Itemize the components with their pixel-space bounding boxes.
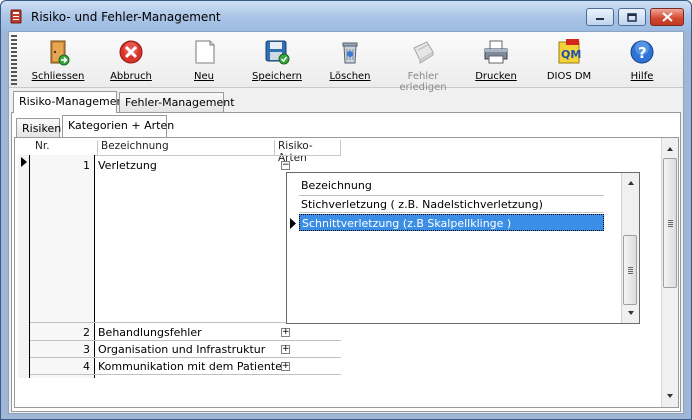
- door-exit-icon: [50, 40, 70, 66]
- new-document-icon: [195, 40, 215, 64]
- speichern-label: Speichern: [252, 71, 302, 82]
- tab-risiken-label: Risiken: [22, 122, 62, 135]
- header-risiko-arten[interactable]: Risiko-Arten: [275, 140, 341, 164]
- drucken-label: Drucken: [475, 71, 517, 82]
- scroll-down-icon[interactable]: [667, 394, 673, 398]
- maximize-button[interactable]: [618, 8, 646, 26]
- minimize-button[interactable]: [586, 8, 614, 26]
- drucken-button[interactable]: Drucken: [461, 34, 531, 86]
- subgrid-row[interactable]: Stichverletzung ( z.B. Nadelstichverletz…: [299, 196, 604, 213]
- dios-dm-button[interactable]: QM DIOS DM: [534, 34, 604, 86]
- expand-toggle-icon[interactable]: +: [281, 362, 290, 371]
- thumb-grip-icon: [628, 267, 633, 274]
- minimize-icon: [596, 18, 604, 20]
- tab-fehler-management-label: Fehler-Management: [125, 96, 235, 109]
- row-divider: [30, 374, 341, 375]
- header-nr[interactable]: Nr.: [30, 140, 98, 155]
- row-4-nr[interactable]: 4: [30, 360, 90, 373]
- row-indicator-column: [18, 155, 30, 378]
- svg-text:?: ?: [638, 44, 647, 62]
- grid-scroll-thumb[interactable]: [663, 158, 677, 288]
- header-bezeichnung[interactable]: Bezeichnung: [98, 140, 275, 155]
- speichern-button[interactable]: Speichern: [242, 34, 312, 86]
- qm-document-icon: QM: [558, 39, 581, 64]
- current-row-indicator-icon: [21, 157, 27, 167]
- neu-label: Neu: [194, 71, 214, 82]
- fehler-erledigen-button[interactable]: Fehler erledigen: [388, 34, 458, 93]
- app-icon: [10, 9, 22, 24]
- hilfe-label: Hilfe: [630, 71, 654, 82]
- sub-tab-panel: Nr. Bezeichnung Risiko-Arten 1 Verletzun…: [14, 137, 679, 408]
- tab-risiko-management[interactable]: Risiko-Management: [13, 91, 128, 113]
- row-1-bezeichnung[interactable]: Verletzung: [98, 159, 157, 172]
- subgrid-row-1-label: Stichverletzung ( z.B. Nadelstichverletz…: [301, 198, 543, 211]
- cancel-icon: [119, 40, 143, 64]
- selected-row-indicator-icon: [290, 218, 296, 229]
- toolbar: Schliessen Abbruch Neu Speichern Löschen…: [9, 32, 683, 93]
- client-area: Schliessen Abbruch Neu Speichern Löschen…: [8, 31, 684, 414]
- fehler-erledigen-label: Fehler erledigen: [399, 71, 447, 93]
- loeschen-button[interactable]: Löschen: [315, 34, 385, 86]
- thumb-grip-icon: [668, 220, 673, 227]
- toolbar-grip[interactable]: [11, 35, 17, 85]
- row-1-nr[interactable]: 1: [30, 159, 90, 172]
- subgrid-header-bezeichnung[interactable]: Bezeichnung: [301, 179, 372, 192]
- maximize-icon: [627, 12, 637, 22]
- tab-risiko-management-label: Risiko-Management: [19, 95, 128, 108]
- hilfe-button[interactable]: ? Hilfe: [607, 34, 677, 86]
- grid-vertical-scrollbar[interactable]: [661, 138, 678, 407]
- scroll-down-icon[interactable]: [628, 311, 634, 315]
- schliessen-label: Schliessen: [31, 71, 85, 82]
- tab-kategorien-arten-label: Kategorien + Arten: [68, 119, 175, 132]
- risiko-arten-subgrid: Bezeichnung Stichverletzung ( z.B. Nadel…: [286, 172, 640, 324]
- application-window: Risiko- und Fehler-Management Schliessen: [0, 0, 692, 420]
- tab-risiken[interactable]: Risiken: [16, 118, 62, 137]
- subgrid-scrollbar[interactable]: [621, 173, 639, 323]
- dios-dm-label: DIOS DM: [546, 71, 592, 82]
- schliessen-button[interactable]: Schliessen: [23, 34, 93, 86]
- loeschen-label: Löschen: [329, 71, 371, 82]
- abbruch-button[interactable]: Abbruch: [96, 34, 166, 86]
- expand-toggle-icon[interactable]: +: [281, 328, 290, 337]
- collapse-toggle-icon[interactable]: −: [281, 161, 290, 170]
- tab-kategorien-arten[interactable]: Kategorien + Arten: [62, 115, 174, 137]
- subgrid-row-2-label: Schnittverletzung (z.B Skalpellklinge ): [302, 217, 512, 230]
- trash-bin-icon: [342, 42, 358, 64]
- neu-button[interactable]: Neu: [169, 34, 239, 86]
- subgrid-scroll-thumb[interactable]: [623, 235, 637, 305]
- row-divider: [30, 340, 341, 341]
- close-icon: [661, 12, 673, 22]
- scroll-up-icon[interactable]: [667, 147, 673, 151]
- printer-icon: [484, 40, 508, 64]
- tab-fehler-management[interactable]: Fehler-Management: [119, 92, 235, 112]
- help-icon: ?: [630, 40, 654, 64]
- row-3-bezeichnung[interactable]: Organisation und Infrastruktur: [98, 343, 265, 356]
- subgrid-row-selected[interactable]: Schnittverletzung (z.B Skalpellklinge ): [299, 214, 604, 231]
- row-divider: [30, 357, 341, 358]
- save-disk-icon: [265, 40, 290, 65]
- row-3-nr[interactable]: 3: [30, 343, 90, 356]
- expand-toggle-icon[interactable]: +: [281, 345, 290, 354]
- title-bar[interactable]: Risiko- und Fehler-Management: [1, 1, 691, 31]
- abbruch-label: Abbruch: [110, 71, 152, 82]
- close-button[interactable]: [650, 8, 684, 26]
- svg-text:QM: QM: [561, 48, 581, 61]
- kategorien-grid: Nr. Bezeichnung Risiko-Arten 1 Verletzun…: [15, 138, 661, 407]
- scroll-up-icon[interactable]: [628, 181, 634, 185]
- row-2-bezeichnung[interactable]: Behandlungsfehler: [98, 326, 202, 339]
- error-done-icon: [413, 41, 434, 64]
- row-4-bezeichnung[interactable]: Kommunikation mit dem Patienten: [98, 360, 289, 373]
- window-title: Risiko- und Fehler-Management: [31, 10, 221, 24]
- row-2-nr[interactable]: 2: [30, 326, 90, 339]
